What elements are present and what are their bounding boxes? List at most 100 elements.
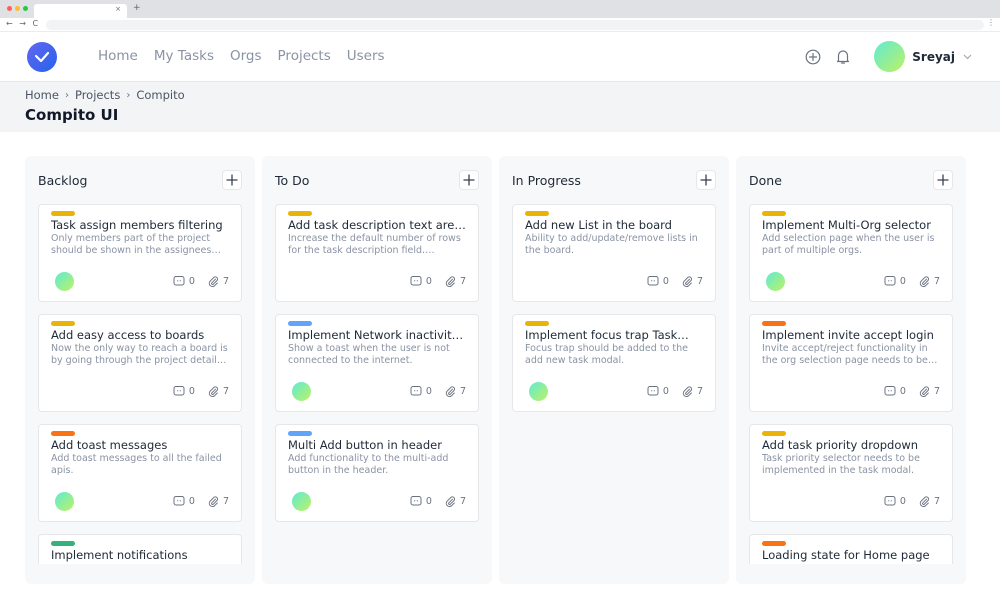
add-card-button[interactable] bbox=[933, 170, 953, 190]
browser-nav-controls[interactable]: ← → C bbox=[6, 19, 40, 28]
task-footer: 07 bbox=[529, 381, 703, 401]
comment-count: 0 bbox=[899, 275, 906, 287]
task-title: Add new List in the board bbox=[525, 218, 672, 232]
task-card[interactable]: Implement focus trap Task… Focus trap sho… bbox=[512, 314, 716, 412]
comment-count: 0 bbox=[188, 385, 195, 397]
address-bar[interactable] bbox=[46, 20, 984, 30]
notifications-button[interactable] bbox=[834, 48, 852, 66]
user-name[interactable]: Sreyaj bbox=[912, 50, 955, 64]
nav-projects[interactable]: Projects bbox=[278, 48, 331, 64]
task-title: Implement notifications bbox=[51, 548, 188, 562]
attachment-count: 7 bbox=[459, 385, 466, 397]
header-actions: Sreyaj bbox=[792, 41, 972, 72]
comment-count: 0 bbox=[425, 495, 432, 507]
task-meta: 07 bbox=[647, 275, 703, 287]
task-card[interactable]: Add task priority dropdown Task priority … bbox=[749, 424, 953, 522]
breadcrumb-home[interactable]: Home bbox=[25, 88, 59, 102]
nav-users[interactable]: Users bbox=[347, 48, 385, 64]
attachment-icon bbox=[445, 496, 455, 507]
task-footer: 07 bbox=[55, 381, 229, 401]
priority-label bbox=[762, 431, 786, 436]
add-button[interactable] bbox=[804, 48, 822, 66]
new-tab-button[interactable]: + bbox=[133, 3, 141, 13]
breadcrumb-projects[interactable]: Projects bbox=[75, 88, 120, 102]
column-to-do: To Do Add task description text area… Incr… bbox=[262, 156, 492, 584]
priority-label bbox=[288, 431, 312, 436]
assignee-avatar[interactable] bbox=[529, 381, 548, 401]
minimize-window-button[interactable] bbox=[15, 6, 20, 11]
task-card[interactable]: Task assign members filtering Only member… bbox=[38, 204, 242, 302]
nav-my-tasks[interactable]: My Tasks bbox=[154, 48, 214, 64]
task-footer: 07 bbox=[766, 381, 940, 401]
column-bottom-padding bbox=[262, 564, 492, 584]
task-description: Show a toast when the user is not connec… bbox=[288, 343, 450, 366]
priority-label bbox=[525, 211, 549, 216]
browser-menu-icon[interactable]: ⋮ bbox=[987, 18, 995, 27]
app-logo[interactable] bbox=[27, 42, 57, 72]
task-card[interactable]: Implement Network inactivity… Show a toas… bbox=[275, 314, 479, 412]
comment-count: 0 bbox=[899, 495, 906, 507]
attachment-icon bbox=[208, 386, 218, 397]
card-list: Add task description text area… Increase … bbox=[275, 204, 479, 522]
user-avatar[interactable] bbox=[874, 41, 906, 72]
task-meta: 07 bbox=[884, 385, 940, 397]
plus-icon bbox=[700, 174, 712, 186]
task-card[interactable]: Add new List in the board Ability to add/… bbox=[512, 204, 716, 302]
comment-count: 0 bbox=[188, 275, 195, 287]
attachment-count: 7 bbox=[459, 275, 466, 287]
assignee-avatar[interactable] bbox=[55, 491, 74, 511]
attachment-count: 7 bbox=[222, 385, 229, 397]
attachment-count: 7 bbox=[222, 495, 229, 507]
task-footer: 07 bbox=[292, 381, 466, 401]
comment-icon bbox=[410, 386, 422, 396]
add-card-button[interactable] bbox=[696, 170, 716, 190]
breadcrumb: Home › Projects › Compito bbox=[25, 88, 975, 102]
task-title: Add task description text area… bbox=[288, 218, 466, 232]
task-card[interactable]: Implement Multi-Org selector Add selectio… bbox=[749, 204, 953, 302]
attachment-count: 7 bbox=[459, 495, 466, 507]
priority-label bbox=[51, 431, 75, 436]
nav-home[interactable]: Home bbox=[98, 48, 138, 64]
maximize-window-button[interactable] bbox=[23, 6, 28, 11]
comment-icon bbox=[410, 496, 422, 506]
assignee-avatar[interactable] bbox=[292, 491, 311, 511]
column-title: To Do bbox=[275, 172, 310, 188]
page-title: Compito UI bbox=[25, 106, 119, 124]
comment-icon bbox=[173, 386, 185, 396]
task-card[interactable]: Add easy access to boards Now the only wa… bbox=[38, 314, 242, 412]
add-card-button[interactable] bbox=[222, 170, 242, 190]
close-window-button[interactable] bbox=[7, 6, 12, 11]
add-card-button[interactable] bbox=[459, 170, 479, 190]
task-card[interactable]: Multi Add button in header Add functional… bbox=[275, 424, 479, 522]
kanban-board: Backlog Task assign members filtering Only… bbox=[25, 156, 966, 584]
assignee-avatar[interactable] bbox=[55, 271, 74, 291]
task-footer: 07 bbox=[529, 271, 703, 291]
task-description: Add toast messages to all the failed api… bbox=[51, 453, 222, 476]
task-description: Task priority selector needs to be imple… bbox=[762, 453, 920, 476]
chevron-down-icon[interactable] bbox=[963, 54, 972, 60]
task-footer: 07 bbox=[55, 271, 229, 291]
task-description: Invite accept/reject functionality in th… bbox=[762, 343, 938, 366]
task-card[interactable]: Add toast messages Add toast messages to … bbox=[38, 424, 242, 522]
breadcrumb-separator: › bbox=[64, 89, 69, 101]
task-title: Implement focus trap Task… bbox=[525, 328, 689, 342]
close-tab-icon[interactable]: × bbox=[115, 5, 121, 13]
task-title: Implement Multi-Org selector bbox=[762, 218, 931, 232]
priority-label bbox=[762, 211, 786, 216]
priority-label bbox=[288, 321, 312, 326]
assignee-avatar[interactable] bbox=[292, 381, 311, 401]
attachment-icon bbox=[445, 276, 455, 287]
card-list: Implement Multi-Org selector Add selectio… bbox=[749, 204, 953, 574]
comment-icon bbox=[410, 276, 422, 286]
nav-orgs[interactable]: Orgs bbox=[230, 48, 262, 64]
task-card[interactable]: Implement invite accept login Invite acce… bbox=[749, 314, 953, 412]
task-card[interactable]: Add task description text area… Increase … bbox=[275, 204, 479, 302]
assignee-avatar[interactable] bbox=[766, 271, 785, 291]
priority-label bbox=[525, 321, 549, 326]
breadcrumb-compito[interactable]: Compito bbox=[136, 88, 184, 102]
browser-tab[interactable]: × bbox=[34, 4, 127, 18]
task-title: Add toast messages bbox=[51, 438, 168, 452]
column-title: Done bbox=[749, 172, 782, 188]
column-backlog: Backlog Task assign members filtering Only… bbox=[25, 156, 255, 584]
attachment-count: 7 bbox=[696, 385, 703, 397]
